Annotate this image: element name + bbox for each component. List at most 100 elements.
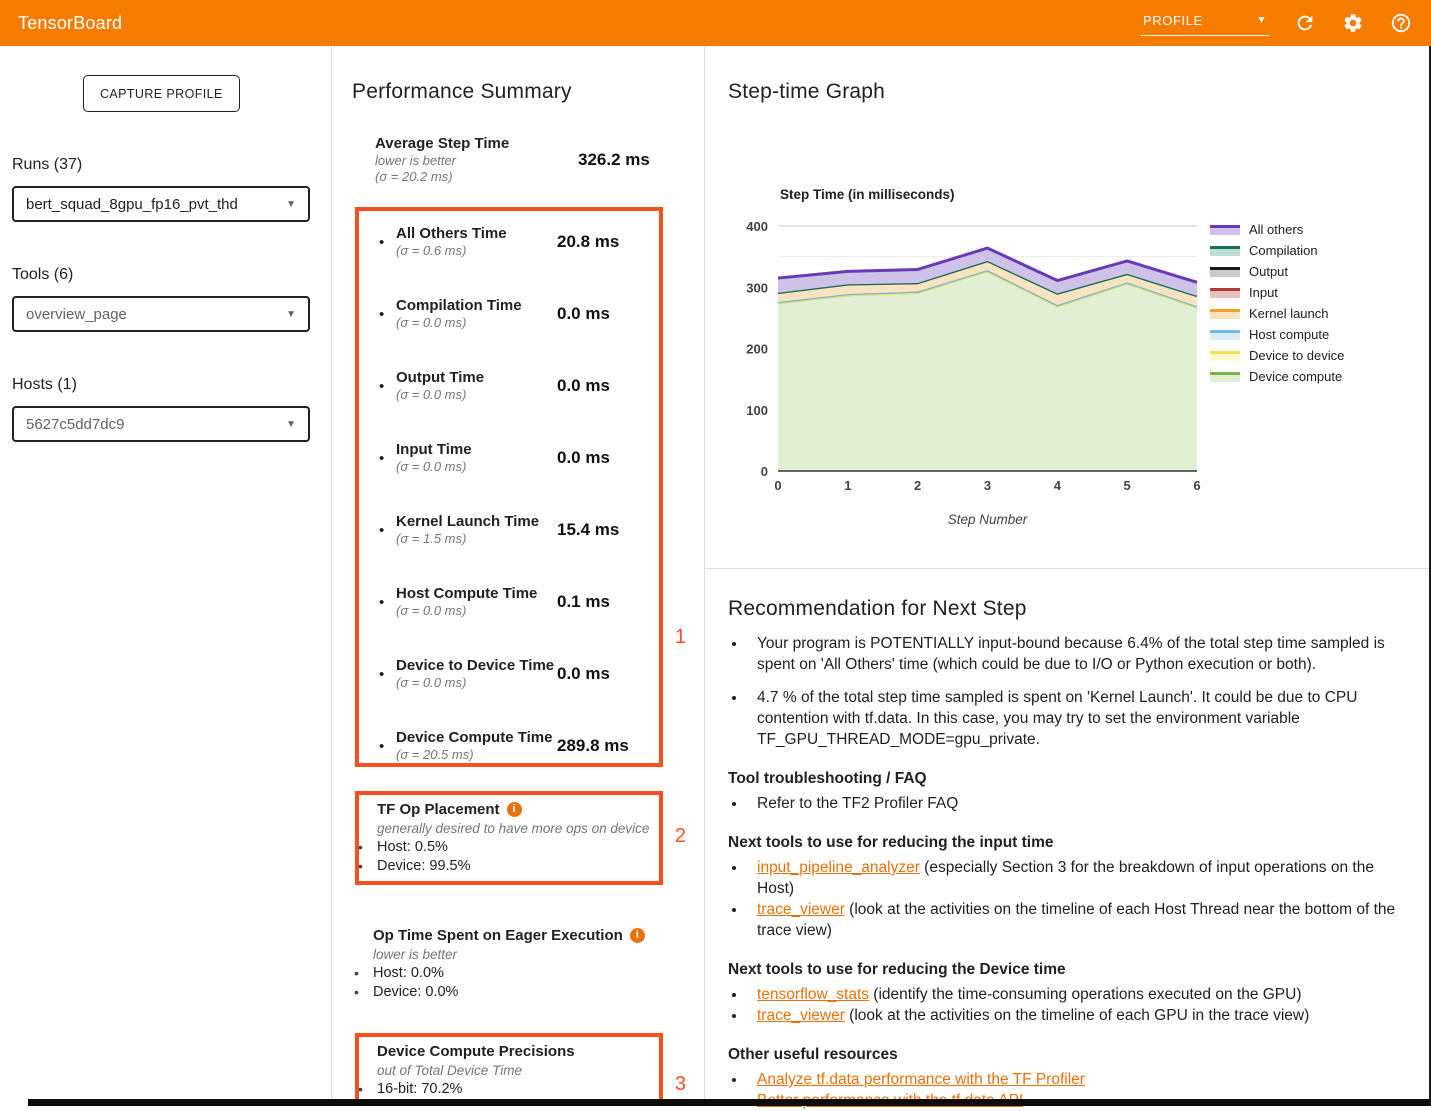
info-icon[interactable]: i [507,802,522,817]
chevron-down-icon: ▼ [286,309,296,320]
annotation-number-1: 1 [675,626,686,649]
svg-text:200: 200 [746,342,768,357]
dashboard-selector[interactable]: PROFILE ▼ [1141,10,1269,36]
hosts-select[interactable]: 5627c5dd7dc9 ▼ [12,406,310,442]
tools-select[interactable]: overview_page ▼ [12,296,310,332]
metric-label: Input Time [396,441,472,458]
link[interactable]: Analyze tf.data performance with the TF … [757,1071,1085,1088]
bullet-icon: • [358,857,377,875]
bullet-icon: • [379,594,396,611]
chevron-down-icon: ▼ [286,419,296,430]
legend-item: Input [1210,286,1344,299]
recommendation-bullet: Your program is POTENTIALLY input-bound … [747,633,1407,675]
metric-label: Average Step Time [375,135,578,153]
link[interactable]: trace_viewer [757,901,845,918]
section-title: TF Op Placementi [377,800,659,819]
legend-item: Kernel launch [1210,307,1344,320]
section-subtitle: out of Total Device Time [377,1062,659,1079]
metric-sigma: (σ = 1.5 ms) [396,531,557,547]
legend-swatch [1210,288,1240,298]
metric-row: •Kernel Launch Time(σ = 1.5 ms)15.4 ms [359,513,659,547]
section-item: •Device: 99.5% [358,857,659,875]
metric-sigma: (σ = 0.0 ms) [396,603,557,619]
svg-text:400: 400 [746,219,768,234]
legend-item: Host compute [1210,328,1344,341]
recommendation-item: input_pipeline_analyzer (especially Sect… [747,857,1407,899]
sidebar: CAPTURE PROFILE Runs (37) bert_squad_8gp… [0,46,332,1106]
recommendation-item: Analyze tf.data performance with the TF … [747,1069,1407,1090]
chart-legend: All othersCompilationOutputInputKernel l… [1210,223,1344,391]
legend-label: Device compute [1249,370,1342,383]
tools-label: Tools (6) [12,266,331,284]
metric-label: All Others Time [396,225,507,242]
link[interactable]: trace_viewer [757,1007,845,1024]
svg-text:0: 0 [761,464,768,479]
chevron-down-icon: ▼ [1257,15,1268,26]
annotation-box-1: •All Others Time(σ = 0.6 ms)20.8 ms•Comp… [355,207,663,767]
metric-label: Device to Device Time [396,657,554,674]
bullet-icon: • [379,666,396,683]
metric-row: •Input Time(σ = 0.0 ms)0.0 ms [359,441,659,475]
bullet-icon: • [354,983,373,1001]
svg-text:6: 6 [1193,478,1200,493]
metric-value: 0.1 ms [557,592,610,612]
metric-value: 0.0 ms [557,304,610,324]
performance-summary-panel: Performance Summary Average Step Time lo… [332,46,705,1106]
legend-label: Kernel launch [1249,307,1329,320]
metric-row: •Device to Device Time(σ = 0.0 ms)0.0 ms [359,657,659,691]
metric-row: •Output Time(σ = 0.0 ms)0.0 ms [359,369,659,403]
settings-icon[interactable] [1341,11,1365,35]
legend-swatch [1210,225,1240,235]
legend-label: Output [1249,265,1288,278]
section-subtitle: generally desired to have more ops on de… [377,820,659,837]
tools-select-value: overview_page [26,306,286,323]
metric-value: 0.0 ms [557,664,610,684]
metric-label: Device Compute Time [396,729,552,746]
metric-sigma: (σ = 20.5 ms) [396,747,557,763]
svg-text:100: 100 [746,403,768,418]
svg-text:4: 4 [1054,478,1062,493]
legend-swatch [1210,309,1240,319]
link[interactable]: tensorflow_stats [757,986,869,1003]
info-icon[interactable]: i [630,928,645,943]
metric-value: 0.0 ms [557,376,610,396]
link[interactable]: input_pipeline_analyzer [757,859,920,876]
bullet-icon: • [379,234,396,251]
recommendation-bullet: 4.7 % of the total step time sampled is … [747,687,1407,750]
app-header: TensorBoard PROFILE ▼ [0,0,1431,46]
metric-sigma: (σ = 20.2 ms) [375,169,578,185]
help-icon[interactable] [1389,11,1413,35]
legend-label: Input [1249,286,1278,299]
chevron-down-icon: ▼ [286,199,296,210]
svg-text:2: 2 [914,478,921,493]
svg-text:300: 300 [746,280,768,295]
runs-select-value: bert_squad_8gpu_fp16_pvt_thd [26,196,286,213]
recommendation-section: Recommendation for Next Step Your progra… [705,569,1431,1111]
annotation-number-2: 2 [675,825,686,848]
annotation-box-2: TF Op Placementigenerally desired to hav… [355,791,663,885]
runs-label: Runs (37) [12,156,331,174]
recommendation-item: trace_viewer (look at the activities on … [747,1005,1407,1026]
step-time-graph-title: Step-time Graph [728,80,1431,104]
bullet-icon: • [354,964,373,982]
legend-item: All others [1210,223,1344,236]
hosts-select-value: 5627c5dd7dc9 [26,416,286,433]
annotation-box-3: Device Compute Precisionsout of Total De… [355,1033,663,1106]
recommendation-subheading: Other useful resources [728,1044,1415,1065]
recommendation-subheading: Next tools to use for reducing the input… [728,832,1415,853]
bullet-icon: • [379,450,396,467]
average-step-time-row: Average Step Time lower is better (σ = 2… [375,135,704,185]
metric-sigma: (σ = 0.0 ms) [396,459,557,475]
step-time-chart: 01002003004000123456 [740,208,1210,508]
dashboard-selector-value: PROFILE [1143,13,1203,28]
refresh-icon[interactable] [1293,11,1317,35]
bottom-edge-bar [28,1099,1431,1106]
recommendation-item: tensorflow_stats (identify the time-cons… [747,984,1407,1005]
metric-value: 289.8 ms [557,736,629,756]
legend-swatch [1210,330,1240,340]
section-item: •16-bit: 70.2% [358,1080,659,1098]
legend-item: Device to device [1210,349,1344,362]
section-title: Device Compute Precisions [377,1042,659,1061]
runs-select[interactable]: bert_squad_8gpu_fp16_pvt_thd ▼ [12,186,310,222]
capture-profile-button[interactable]: CAPTURE PROFILE [83,75,240,112]
